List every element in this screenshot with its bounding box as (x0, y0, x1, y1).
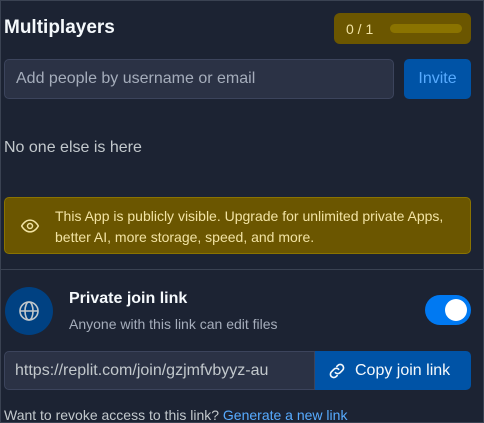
join-link-subtitle: Anyone with this link can edit files (69, 316, 278, 332)
visibility-notice: This App is publicly visible. Upgrade fo… (4, 197, 471, 254)
multiplayers-panel: Multiplayers 0 / 1 Invite No one else is… (0, 0, 484, 423)
link-icon (329, 363, 345, 378)
eye-icon (20, 219, 40, 233)
globe-icon (19, 301, 39, 321)
panel-header: Multiplayers 0 / 1 (1, 11, 483, 47)
invite-button[interactable]: Invite (404, 59, 471, 99)
invite-row: Invite (4, 59, 474, 99)
join-link-title: Private join link (69, 290, 188, 307)
empty-state-text: No one else is here (4, 139, 142, 156)
seat-usage-bar (390, 24, 462, 33)
copy-join-link-button[interactable]: Copy join link (315, 351, 471, 390)
panel-title: Multiplayers (4, 17, 115, 38)
join-link-toggle[interactable] (425, 295, 471, 325)
section-divider (1, 269, 483, 270)
seat-count-text: 0 / 1 (346, 20, 374, 37)
seat-count-badge: 0 / 1 (334, 13, 471, 44)
generate-new-link[interactable]: Generate a new link (223, 407, 348, 422)
globe-icon-circle (5, 287, 53, 335)
revoke-row: Want to revoke access to this link? Gene… (4, 407, 348, 423)
join-link-url-field[interactable]: https://replit.com/join/gzjmfvbyyz-au (4, 351, 315, 390)
notice-text: This App is publicly visible. Upgrade fo… (55, 208, 444, 245)
toggle-knob (445, 299, 467, 321)
copy-join-link-label: Copy join link (355, 361, 451, 379)
revoke-text: Want to revoke access to this link? (4, 407, 220, 423)
invite-input[interactable] (4, 59, 394, 99)
